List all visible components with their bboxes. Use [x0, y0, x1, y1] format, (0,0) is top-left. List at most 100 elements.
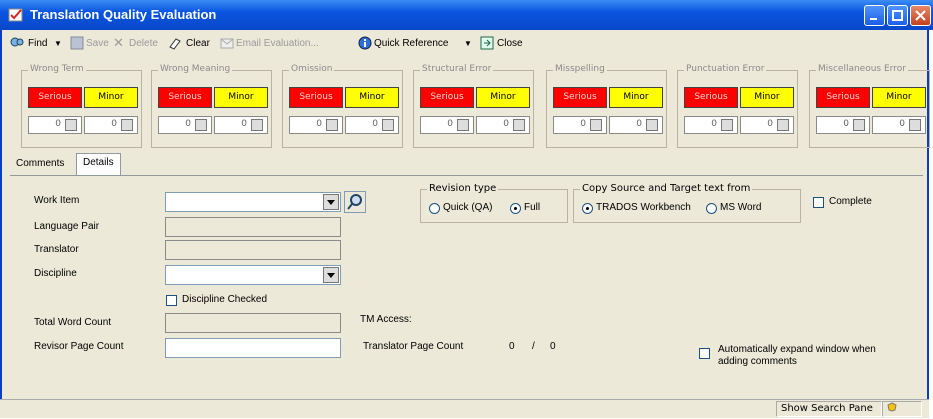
close-window-button[interactable]	[910, 5, 931, 26]
minor-count-stepper[interactable]: 0	[84, 116, 138, 134]
minor-count-stepper[interactable]: 0	[476, 116, 530, 134]
language-pair-field	[165, 217, 341, 237]
serious-button[interactable]: Serious	[289, 87, 343, 108]
total-word-count-label: Total Word Count	[34, 317, 112, 328]
minor-button[interactable]: Minor	[609, 87, 663, 108]
serious-count-stepper[interactable]: 0	[289, 116, 343, 134]
minor-count-stepper[interactable]: 0	[609, 116, 663, 134]
revision-full-radio[interactable]	[510, 203, 521, 214]
serious-count-value: 0	[580, 119, 586, 129]
quick-reference-dropdown-icon[interactable]: ▼	[464, 39, 472, 48]
translator-page-count-label: Translator Page Count	[363, 341, 464, 352]
serious-count-stepper[interactable]: 0	[553, 116, 607, 134]
language-pair-label: Language Pair	[34, 221, 100, 232]
work-item-dropdown[interactable]	[165, 192, 341, 212]
minor-button[interactable]: Minor	[872, 87, 926, 108]
serious-count-stepper[interactable]: 0	[420, 116, 474, 134]
tab-details[interactable]: Details	[76, 153, 121, 176]
translator-page-count-separator: /	[532, 341, 535, 352]
stepper-arrows-icon[interactable]	[121, 119, 133, 131]
discipline-checked-checkbox[interactable]	[166, 295, 177, 306]
error-group: Misspelling Serious Minor 0 0	[546, 64, 667, 148]
stepper-arrows-icon[interactable]	[457, 119, 469, 131]
minor-count-value: 0	[111, 119, 117, 129]
maximize-button[interactable]	[887, 5, 908, 26]
stepper-arrows-icon[interactable]	[513, 119, 525, 131]
total-word-count-field	[165, 313, 341, 333]
complete-label: Complete	[829, 196, 872, 207]
copy-msword-radio[interactable]	[706, 203, 717, 214]
delete-icon: ✕	[113, 35, 124, 50]
stepper-arrows-icon[interactable]	[590, 119, 602, 131]
serious-button[interactable]: Serious	[684, 87, 738, 108]
copy-trados-radio[interactable]	[582, 203, 593, 214]
email-evaluation-button[interactable]: Email Evaluation...	[236, 38, 319, 49]
error-group: Wrong Term Serious Minor 0 0	[21, 64, 142, 148]
serious-count-stepper[interactable]: 0	[158, 116, 212, 134]
minimize-button[interactable]	[864, 5, 885, 26]
serious-count-value: 0	[316, 119, 322, 129]
discipline-dropdown[interactable]	[165, 265, 341, 285]
revisor-page-count-input[interactable]	[165, 338, 341, 358]
stepper-arrows-icon[interactable]	[65, 119, 77, 131]
magnifier-icon	[347, 194, 362, 210]
error-group-label: Miscellaneous Error	[816, 64, 908, 74]
error-group-label: Misspelling	[553, 64, 607, 74]
minor-button[interactable]: Minor	[740, 87, 794, 108]
work-item-label: Work Item	[34, 195, 80, 206]
minor-count-stepper[interactable]: 0	[214, 116, 268, 134]
minor-count-stepper[interactable]: 0	[740, 116, 794, 134]
stepper-arrows-icon[interactable]	[251, 119, 263, 131]
error-group: Wrong Meaning Serious Minor 0 0	[151, 64, 272, 148]
stepper-arrows-icon[interactable]	[777, 119, 789, 131]
stepper-arrows-icon[interactable]	[853, 119, 865, 131]
serious-button[interactable]: Serious	[553, 87, 607, 108]
translator-page-count-value: 0	[509, 341, 515, 352]
translator-page-count-total: 0	[550, 341, 556, 352]
tab-comments[interactable]: Comments	[10, 155, 70, 174]
auto-expand-label-line1: Automatically expand window when	[718, 344, 876, 355]
complete-checkbox[interactable]	[813, 197, 824, 208]
discipline-label: Discipline	[34, 268, 77, 279]
minor-button[interactable]: Minor	[214, 87, 268, 108]
revisor-page-count-label: Revisor Page Count	[34, 341, 124, 352]
minor-button[interactable]: Minor	[345, 87, 399, 108]
stepper-arrows-icon[interactable]	[721, 119, 733, 131]
chevron-down-icon	[323, 267, 339, 283]
show-search-pane-button[interactable]: Show Search Pane	[776, 401, 882, 417]
app-icon	[8, 8, 23, 22]
serious-button[interactable]: Serious	[158, 87, 212, 108]
close-doc-icon	[480, 36, 494, 50]
find-dropdown-icon[interactable]: ▼	[54, 39, 62, 48]
minor-button[interactable]: Minor	[476, 87, 530, 108]
revision-quick-radio[interactable]	[429, 203, 440, 214]
delete-button[interactable]: Delete	[129, 38, 158, 49]
stepper-arrows-icon[interactable]	[382, 119, 394, 131]
minor-count-value: 0	[503, 119, 509, 129]
minor-button[interactable]: Minor	[84, 87, 138, 108]
work-item-search-button[interactable]	[344, 191, 366, 213]
stepper-arrows-icon[interactable]	[646, 119, 658, 131]
serious-button[interactable]: Serious	[28, 87, 82, 108]
serious-button[interactable]: Serious	[420, 87, 474, 108]
close-button[interactable]: Close	[497, 38, 523, 49]
revision-full-label: Full	[524, 202, 541, 213]
clear-button[interactable]: Clear	[186, 38, 210, 49]
serious-button[interactable]: Serious	[816, 87, 870, 108]
minor-count-stepper[interactable]: 0	[345, 116, 399, 134]
stepper-arrows-icon[interactable]	[909, 119, 921, 131]
serious-count-stepper[interactable]: 0	[28, 116, 82, 134]
error-group: Miscellaneous Error Serious Minor 0 0	[809, 64, 930, 148]
window-title: Translation Quality Evaluation	[30, 7, 217, 22]
error-group-label: Wrong Term	[28, 64, 86, 74]
quick-reference-button[interactable]: Quick Reference	[374, 38, 448, 49]
serious-count-stepper[interactable]: 0	[816, 116, 870, 134]
serious-count-stepper[interactable]: 0	[684, 116, 738, 134]
stepper-arrows-icon[interactable]	[195, 119, 207, 131]
stepper-arrows-icon[interactable]	[326, 119, 338, 131]
save-button[interactable]: Save	[86, 38, 109, 49]
minor-count-value: 0	[899, 119, 905, 129]
minor-count-stepper[interactable]: 0	[872, 116, 926, 134]
auto-expand-checkbox[interactable]	[699, 348, 710, 359]
find-button[interactable]: Find	[28, 38, 47, 49]
